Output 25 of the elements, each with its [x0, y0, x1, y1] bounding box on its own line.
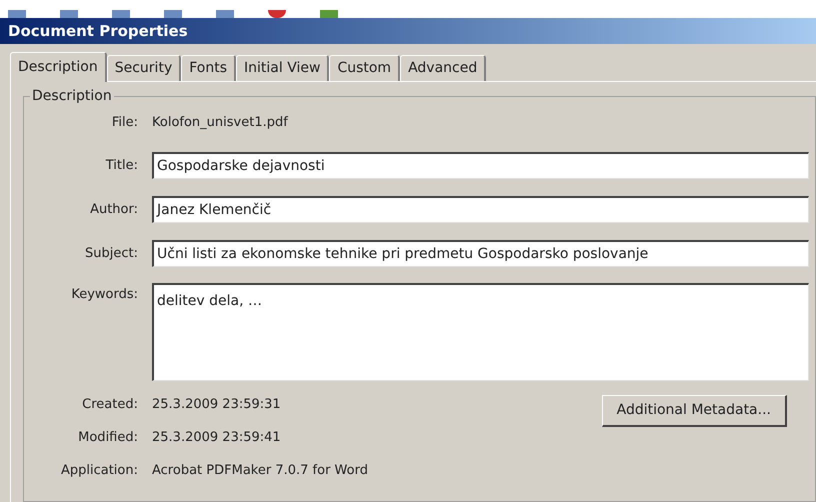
field-label: Subject: — [84, 244, 139, 263]
field-label: File: — [110, 114, 139, 132]
field-label: Created: — [81, 396, 139, 414]
file-name: Kolofon_unisvet1.pdf — [152, 114, 288, 132]
text-field[interactable]: Gospodarske dejavnosti — [152, 152, 809, 179]
tab[interactable]: Fonts — [181, 55, 236, 81]
window-title: Document Properties — [0, 18, 816, 44]
field-label: Application: — [60, 462, 139, 480]
field-label: Title: — [104, 156, 139, 175]
tab[interactable]: Advanced — [400, 55, 486, 81]
field-value: Acrobat PDFMaker 7.0.7 for Word — [152, 462, 368, 480]
field-label: Modified: — [77, 429, 139, 448]
tab[interactable]: Security — [106, 55, 182, 81]
field-label: Author: — [89, 200, 139, 219]
keywords-field[interactable]: delitev dela, … — [152, 283, 809, 381]
additional-metadata-button[interactable]: Additional Metadata... — [602, 395, 787, 427]
tab[interactable]: Description — [10, 52, 107, 82]
tab[interactable]: Custom — [329, 55, 400, 81]
tab[interactable]: Initial View — [236, 55, 330, 81]
text-field[interactable]: Janez Klemenčič — [152, 196, 809, 223]
text-field[interactable]: Učni listi za ekonomske tehnike pri predmetu Gospodarsko poslovanje — [152, 240, 809, 267]
field-label: Keywords: — [70, 286, 139, 304]
group-title: Description — [30, 88, 114, 104]
field-value: 25.3.2009 23:59:31 — [152, 396, 281, 414]
field-value: 25.3.2009 23:59:41 — [152, 429, 281, 448]
